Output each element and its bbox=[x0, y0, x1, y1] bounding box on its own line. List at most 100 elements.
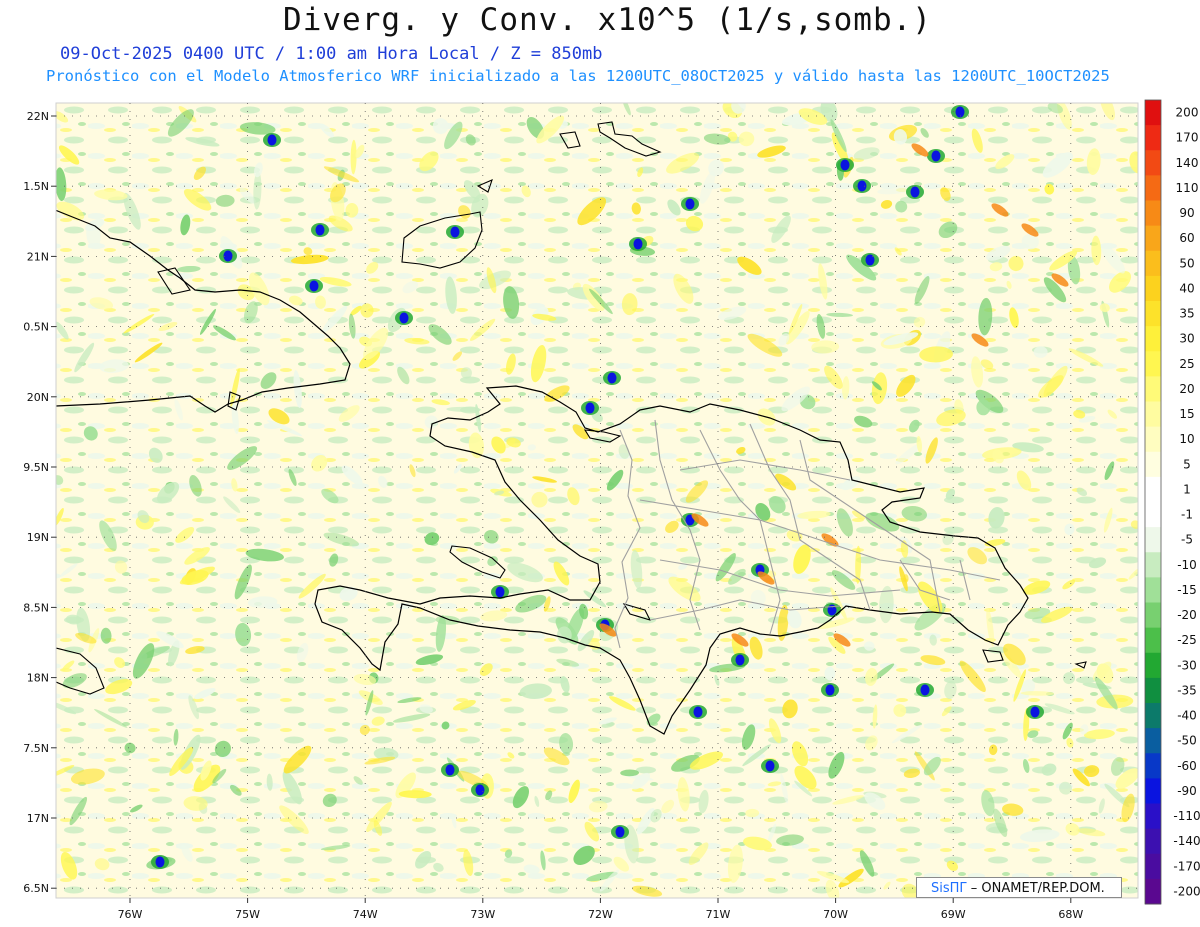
colorbar: 200 170 140 110 90 60 50 40 35 30 25 20 15 10 5 1 -1 -5 -1… bbox=[1144, 99, 1200, 905]
colorbar-swatch bbox=[1145, 376, 1161, 402]
colorbar-swatch bbox=[1145, 326, 1161, 352]
colorbar-label: -200 bbox=[1173, 884, 1200, 898]
colorbar-swatch bbox=[1145, 627, 1161, 654]
lat-label: 17N bbox=[27, 812, 49, 825]
convergence-core bbox=[765, 760, 775, 772]
longitude-labels: 76W 75W 74W 73W 72W 71W 70W 69W 68W bbox=[118, 908, 1084, 921]
colorbar-swatch bbox=[1145, 301, 1161, 327]
sispi-logo: SisПΓ bbox=[931, 881, 967, 896]
colorbar-label: 25 bbox=[1179, 357, 1194, 371]
colorbar-label: 35 bbox=[1179, 307, 1194, 321]
colorbar-swatch bbox=[1145, 175, 1161, 201]
lon-label: 68W bbox=[1058, 908, 1083, 921]
colorbar-label: -50 bbox=[1177, 734, 1197, 748]
colorbar-swatch bbox=[1145, 100, 1161, 126]
lat-label: 1.5N bbox=[23, 180, 49, 193]
colorbar-swatch bbox=[1145, 753, 1161, 779]
convergence-core bbox=[685, 198, 695, 210]
lon-label: 74W bbox=[353, 908, 378, 921]
lon-label: 72W bbox=[588, 908, 613, 921]
colorbar-label: -5 bbox=[1181, 533, 1193, 547]
colorbar-swatch bbox=[1145, 502, 1161, 528]
lat-label: 6.5N bbox=[23, 882, 49, 895]
convergence-core bbox=[910, 186, 920, 198]
lat-label: 20N bbox=[27, 391, 49, 404]
colorbar-label: -90 bbox=[1177, 784, 1197, 798]
convergence-core bbox=[825, 684, 835, 696]
convergence-core bbox=[865, 254, 875, 266]
colorbar-swatch bbox=[1145, 778, 1161, 804]
colorbar-label: 110 bbox=[1176, 181, 1199, 195]
colorbar-label: 5 bbox=[1183, 457, 1191, 471]
lon-label: 70W bbox=[823, 908, 848, 921]
colorbar-swatch bbox=[1145, 125, 1161, 151]
colorbar-swatch bbox=[1145, 225, 1161, 252]
lat-label: 8.5N bbox=[23, 601, 49, 614]
colorbar-swatch bbox=[1145, 451, 1161, 478]
convergence-core bbox=[920, 684, 930, 696]
lon-label: 76W bbox=[118, 908, 143, 921]
colorbar-label: -20 bbox=[1177, 608, 1197, 622]
colorbar-label: 20 bbox=[1179, 382, 1194, 396]
colorbar-swatch bbox=[1145, 677, 1161, 704]
lat-label: 18N bbox=[27, 672, 49, 685]
colorbar-swatch bbox=[1145, 401, 1161, 428]
colorbar-swatch bbox=[1145, 150, 1161, 176]
colorbar-label: 60 bbox=[1179, 231, 1194, 245]
colorbar-label: -30 bbox=[1177, 658, 1197, 672]
lat-label: 7.5N bbox=[23, 742, 49, 755]
convergence-core bbox=[1030, 706, 1040, 718]
colorbar-label: -1 bbox=[1181, 508, 1193, 522]
colorbar-swatch bbox=[1145, 250, 1161, 277]
colorbar-label: -25 bbox=[1177, 633, 1197, 647]
latitude-labels: 22N 1.5N 21N 0.5N 20N 9.5N 19N 8.5N 18N 7.5N 17N 6.… bbox=[23, 110, 49, 895]
convergence-core bbox=[315, 224, 325, 236]
map-frame: 22N 1.5N 21N 0.5N 20N 9.5N 19N 8.5N 18N 7.5N 17N 6.… bbox=[23, 102, 1139, 921]
convergence-core bbox=[267, 134, 277, 146]
colorbar-label: -35 bbox=[1177, 683, 1197, 697]
colorbar-label: 10 bbox=[1179, 432, 1194, 446]
colorbar-swatch bbox=[1145, 853, 1161, 880]
credit-box: SisПΓ – ONAMET/REP.DOM. bbox=[916, 877, 1122, 898]
lat-label: 0.5N bbox=[23, 321, 49, 334]
colorbar-swatch bbox=[1145, 577, 1161, 603]
colorbar-swatch bbox=[1145, 476, 1161, 503]
colorbar-swatch bbox=[1145, 200, 1161, 227]
colorbar-swatch bbox=[1145, 828, 1161, 855]
convergence-core bbox=[399, 312, 409, 324]
colorbar-swatch bbox=[1145, 878, 1161, 905]
colorbar-label: -60 bbox=[1177, 759, 1197, 773]
colorbar-label: -140 bbox=[1173, 834, 1200, 848]
convergence-core bbox=[585, 402, 595, 414]
convergence-core bbox=[445, 764, 455, 776]
convergence-core bbox=[309, 280, 319, 292]
convergence-core bbox=[615, 826, 625, 838]
colorbar-swatch bbox=[1145, 652, 1161, 679]
colorbar-label: 170 bbox=[1176, 131, 1199, 145]
lon-label: 69W bbox=[941, 908, 966, 921]
convergence-core bbox=[931, 150, 941, 162]
convergence-core bbox=[840, 159, 850, 171]
convergence-core bbox=[450, 226, 460, 238]
lon-label: 73W bbox=[470, 908, 495, 921]
divergence-map: 22N 1.5N 21N 0.5N 20N 9.5N 19N 8.5N 18N 7.5N 17N 6.… bbox=[23, 99, 1200, 921]
colorbar-label: 90 bbox=[1179, 206, 1194, 220]
convergence-core bbox=[475, 784, 485, 796]
convergence-core bbox=[857, 180, 867, 192]
convergence-core bbox=[633, 238, 643, 250]
colorbar-label: -170 bbox=[1173, 859, 1200, 873]
colorbar-swatch bbox=[1145, 602, 1161, 629]
colorbar-swatch bbox=[1145, 275, 1161, 302]
colorbar-swatch bbox=[1145, 426, 1161, 453]
lon-label: 75W bbox=[235, 908, 260, 921]
colorbar-label: 200 bbox=[1176, 106, 1199, 120]
colorbar-swatch bbox=[1145, 552, 1161, 578]
colorbar-swatch bbox=[1145, 728, 1161, 754]
lat-label: 22N bbox=[27, 110, 49, 123]
lat-label: 19N bbox=[27, 531, 49, 544]
colorbar-label: -40 bbox=[1177, 709, 1197, 723]
colorbar-label: -10 bbox=[1177, 558, 1197, 572]
credit-text: – ONAMET/REP.DOM. bbox=[970, 881, 1105, 896]
colorbar-label: 50 bbox=[1179, 256, 1194, 270]
colorbar-swatch bbox=[1145, 703, 1161, 729]
